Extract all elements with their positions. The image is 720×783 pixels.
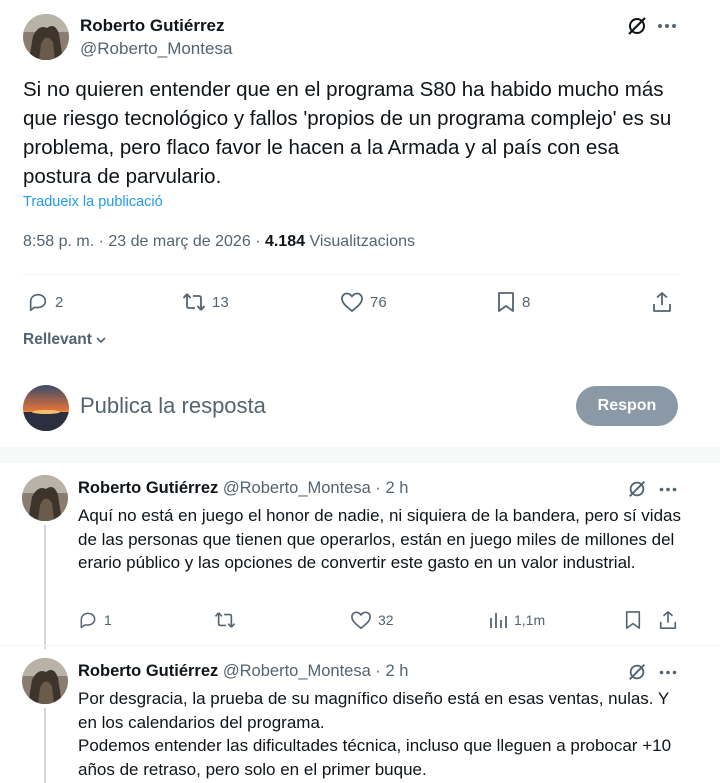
reply-text: Por desgracia, la prueba de su magnífico… [78, 689, 672, 779]
bookmark-count: 8 [522, 293, 531, 311]
main-post-header: Roberto Gutiérrez @Roberto_Montesa [0, 0, 720, 80]
more-options-icon[interactable] [656, 477, 680, 501]
reply-author-name[interactable]: Roberto Gutiérrez [78, 479, 218, 497]
reply-author-line: Roberto Gutiérrez @Roberto_Montesa · 2 h [78, 479, 408, 498]
post-text: Si no quieren entender que en el program… [23, 78, 672, 188]
grok-icon[interactable] [625, 660, 649, 684]
more-options-icon[interactable] [654, 13, 680, 39]
bookmark-icon [498, 292, 514, 312]
reply-author-line: Roberto Gutiérrez @Roberto_Montesa · 2 h [78, 662, 408, 681]
avatar[interactable] [23, 14, 69, 60]
more-options-icon[interactable] [656, 660, 680, 684]
author-name[interactable]: Roberto Gutiérrez [80, 16, 225, 36]
author-handle[interactable]: @Roberto_Montesa [80, 39, 232, 59]
repost-icon [214, 612, 236, 628]
reply-icon [29, 293, 47, 312]
divider [23, 274, 680, 275]
post-date[interactable]: 23 de març de 2026 [108, 233, 250, 250]
thread-line [44, 525, 46, 649]
avatar-image [23, 385, 69, 431]
analytics-icon [490, 613, 507, 628]
thread-line [44, 708, 46, 783]
meta-separator: · [98, 233, 104, 250]
repost-button[interactable]: 13 [182, 291, 229, 313]
post-metadata: 8:58 p. m. · 23 de març de 2026 · 4.184 … [23, 233, 415, 251]
like-count: 76 [370, 293, 387, 311]
share-button[interactable] [651, 291, 679, 313]
avatar-image [23, 14, 69, 60]
reply-button[interactable]: 1 [78, 610, 112, 630]
heart-icon [351, 611, 371, 629]
reply-author-handle[interactable]: @Roberto_Montesa · 2 h [223, 662, 409, 680]
repost-count: 13 [212, 293, 229, 311]
reply-author-name[interactable]: Roberto Gutiérrez [78, 662, 218, 680]
avatar[interactable] [22, 475, 68, 521]
post-time[interactable]: 8:58 p. m. [23, 233, 94, 250]
reply-post[interactable]: Roberto Gutiérrez @Roberto_Montesa · 2 h… [0, 463, 720, 649]
share-button[interactable] [658, 610, 684, 630]
repost-icon [182, 293, 206, 311]
bookmark-icon [625, 611, 641, 629]
bookmark-button[interactable]: 8 [496, 291, 530, 313]
share-icon [659, 611, 677, 629]
like-button[interactable]: 76 [340, 291, 387, 313]
reply-count: 2 [55, 293, 64, 311]
reply-author-handle[interactable]: @Roberto_Montesa · 2 h [223, 479, 409, 497]
views-button[interactable]: 1,1m [488, 610, 545, 630]
avatar[interactable] [22, 658, 68, 704]
heart-icon [341, 292, 363, 312]
repost-button[interactable] [214, 610, 242, 630]
translate-link[interactable]: Tradueix la publicació [23, 194, 163, 210]
views-label: Visualitzacions [309, 233, 415, 250]
like-button[interactable]: 32 [350, 610, 394, 630]
grok-icon[interactable] [625, 477, 649, 501]
avatar-image [22, 475, 68, 521]
grok-icon[interactable] [624, 13, 650, 39]
reply-icon [80, 612, 96, 629]
sort-dropdown[interactable]: Rellevant [23, 331, 108, 349]
reply-submit-button[interactable]: Respon [576, 386, 678, 426]
sort-label: Rellevant [23, 331, 92, 348]
reply-post[interactable]: Roberto Gutiérrez @Roberto_Montesa · 2 h… [0, 646, 720, 783]
bookmark-button[interactable] [624, 610, 648, 630]
reply-button[interactable]: 2 [27, 291, 63, 313]
views-count: 1,1m [514, 612, 546, 628]
reply-input[interactable]: Publica la resposta [80, 393, 266, 419]
avatar-image [22, 658, 68, 704]
like-count: 32 [378, 612, 394, 628]
meta-separator: · [255, 233, 261, 250]
avatar[interactable] [23, 385, 69, 431]
views-count: 4.184 [264, 233, 305, 250]
share-icon [653, 292, 671, 312]
reply-text: Aquí no está en juego el honor de nadie,… [78, 506, 681, 572]
reply-count: 1 [104, 612, 112, 628]
section-separator [0, 447, 720, 463]
chevron-down-icon [96, 337, 106, 344]
